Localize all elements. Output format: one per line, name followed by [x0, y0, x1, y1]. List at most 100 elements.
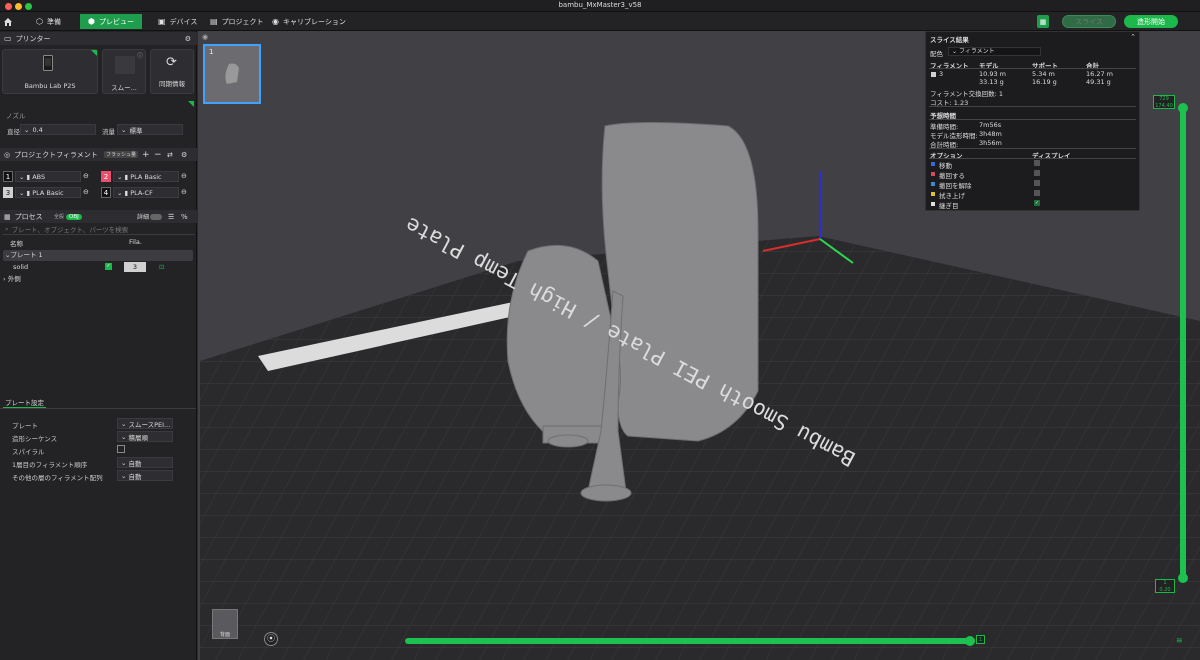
- retract-display-checkbox[interactable]: [1034, 170, 1040, 176]
- printer-settings-gear-icon[interactable]: ⚙: [185, 35, 191, 43]
- printer-selector[interactable]: Bambu Lab P2S: [2, 49, 98, 94]
- tab-calibration[interactable]: ◉ キャリブレーション: [264, 14, 354, 29]
- filament-edit-icon[interactable]: ⊖: [83, 188, 89, 196]
- object-toggle[interactable]: OBJ: [66, 213, 82, 220]
- chevron-down-icon: ⌄: [19, 188, 25, 197]
- print-sequence-label: 造形シーケンス: [12, 435, 58, 443]
- divider: [929, 158, 1136, 159]
- wipe-display-checkbox[interactable]: [1034, 190, 1040, 196]
- option-move: 移動: [939, 162, 952, 170]
- detail-label: 詳細: [137, 214, 150, 221]
- filament-edit-icon[interactable]: ⊖: [181, 188, 187, 196]
- export-icon[interactable]: ▦: [1037, 15, 1049, 28]
- filament-edit-icon[interactable]: ⊖: [181, 172, 187, 180]
- move-slider-handle[interactable]: [965, 636, 975, 646]
- seam-display-checkbox[interactable]: ✓: [1034, 200, 1040, 206]
- total-length: 16.27 m: [1086, 70, 1114, 78]
- list-icon[interactable]: ☰: [168, 213, 174, 221]
- visible-checkbox[interactable]: ✓: [105, 263, 112, 270]
- slice-button[interactable]: スライス: [1062, 15, 1116, 28]
- search-icon: ⌕: [5, 224, 9, 233]
- nozzle-title: ノズル: [6, 112, 26, 120]
- support-length: 5.34 m: [1032, 70, 1055, 78]
- prep-time-value: 7m56s: [979, 121, 1002, 129]
- edit-icon[interactable]: ⊡: [159, 263, 164, 271]
- filament-sync-icon[interactable]: ⇄: [167, 151, 173, 159]
- plate-settings-tab[interactable]: プレート設定: [3, 397, 46, 408]
- first-layer-order-select[interactable]: ⌄ 自動: [117, 457, 173, 468]
- filament-item[interactable]: 3 ⌄ ▮ PLA Basic ⊖: [3, 187, 95, 199]
- color-scheme-label: 配色: [930, 50, 943, 58]
- column-header-name: 名称: [10, 240, 23, 248]
- seam-color-swatch: [931, 202, 935, 206]
- collapse-icon[interactable]: ⌃: [1130, 33, 1136, 41]
- top-layer-handle[interactable]: [1178, 103, 1188, 113]
- device-icon: ▣: [158, 16, 166, 26]
- layer-range-slider[interactable]: [1178, 103, 1188, 583]
- tab-device[interactable]: ▣ デバイス: [150, 14, 205, 29]
- filament-item[interactable]: 2 ⌄ ▮ PLA Basic ⊖: [101, 171, 193, 183]
- plate-thumb-icon[interactable]: ◉: [202, 33, 208, 41]
- add-filament-icon[interactable]: +: [142, 150, 150, 160]
- object-tree-row[interactable]: solid ✓ 3 ⊡: [3, 262, 193, 273]
- chevron-down-icon: ⌄: [121, 419, 127, 428]
- outside-tree-row[interactable]: › 外側: [3, 274, 193, 285]
- divider: [929, 148, 1136, 149]
- retract-color-swatch: [931, 172, 935, 176]
- unretract-color-swatch: [931, 182, 935, 186]
- filament-icon: ◎: [4, 150, 11, 159]
- total-weight: 49.31 g: [1086, 78, 1111, 86]
- nozzle-diameter-label: 直径: [7, 128, 20, 136]
- spool-icon: ▮: [26, 172, 31, 181]
- left-sidebar: ▭ プリンター ⚙ Bambu Lab P2S スムー... ⓘ ⟳ 同期情報 …: [0, 31, 197, 660]
- nozzle-diameter-select[interactable]: ⌄ 0.4: [20, 124, 96, 135]
- home-button[interactable]: [0, 14, 16, 29]
- bottom-layer-handle[interactable]: [1178, 573, 1188, 583]
- layers-icon[interactable]: ≋: [1176, 636, 1183, 645]
- filament-select[interactable]: ⌄ ▮ PLA-CF: [113, 187, 179, 198]
- unretract-display-checkbox[interactable]: [1034, 180, 1040, 186]
- filament-item[interactable]: 1 ⌄ ▮ ABS ⊖: [3, 171, 95, 183]
- print-sequence-select[interactable]: ⌄ 積層順: [117, 431, 173, 442]
- move-slider[interactable]: [405, 636, 975, 646]
- plate-type-label: スムー...: [111, 84, 137, 92]
- move-display-checkbox[interactable]: [1034, 160, 1040, 166]
- camera-reset-icon[interactable]: ⦿: [264, 632, 278, 646]
- tab-prepare[interactable]: ⬡ 準備: [28, 14, 69, 29]
- spiral-checkbox[interactable]: [117, 445, 125, 453]
- filament-edit-icon[interactable]: ⊖: [83, 172, 89, 180]
- plate-select[interactable]: ⌄ スムースPEI...: [117, 418, 173, 429]
- window-title: bambu_MxMaster3_v58: [558, 1, 642, 9]
- detail-toggle[interactable]: [150, 213, 162, 220]
- sync-button[interactable]: ⟳ 同期情報: [150, 49, 194, 94]
- plate-thumbnail-1[interactable]: 1: [203, 44, 261, 104]
- filament-select[interactable]: ⌄ ▮ PLA Basic: [113, 171, 179, 182]
- view-cube[interactable]: 背面: [212, 609, 238, 639]
- global-toggle-label[interactable]: 全般: [54, 213, 64, 220]
- flush-volume-button[interactable]: フラッシュ量: [104, 151, 139, 158]
- print-button[interactable]: 造形開始: [1124, 15, 1178, 28]
- model-thumbnail: [225, 63, 239, 84]
- slice-result-panel: スライス結果 ⌃ 配色 ⌄ フィラメント フィラメント モデル サポート 合計 …: [925, 31, 1140, 211]
- plate-tree-row[interactable]: ⌄プレート 1: [3, 250, 193, 261]
- color-scheme-select[interactable]: ⌄ フィラメント: [948, 47, 1041, 56]
- menu-bar: ⬡ 準備 ⬢ プレビュー ▣ デバイス ▤ プロジェクト ◉ キャリブレーション ▦ スラ…: [0, 12, 1200, 31]
- spool-icon: ▮: [124, 188, 129, 197]
- filament-select[interactable]: ⌄ ▮ ABS: [15, 171, 81, 182]
- filament-select[interactable]: ⌄ ▮ PLA Basic: [15, 187, 81, 198]
- info-icon[interactable]: ⓘ: [137, 51, 143, 60]
- filament-item[interactable]: 4 ⌄ ▮ PLA-CF ⊖: [101, 187, 193, 199]
- percent-icon[interactable]: %: [181, 213, 188, 221]
- other-layers-order-select[interactable]: ⌄ 自動: [117, 470, 173, 481]
- corner-green-flag: [91, 50, 97, 56]
- plate-type-selector[interactable]: スムー... ⓘ: [102, 49, 146, 94]
- flow-select[interactable]: ⌄ 標準: [117, 124, 183, 135]
- tab-project[interactable]: ▤ プロジェクト: [202, 14, 272, 29]
- printer-name: Bambu Lab P2S: [24, 82, 76, 90]
- filament-settings-gear-icon[interactable]: ⚙: [181, 151, 187, 159]
- tab-preview[interactable]: ⬢ プレビュー: [80, 14, 142, 29]
- divider: [929, 119, 1136, 120]
- object-search-input[interactable]: ⌕ プレート、オブジェクト、パーツを検索: [2, 224, 195, 235]
- object-filament-number[interactable]: 3: [124, 262, 146, 272]
- remove-filament-icon[interactable]: −: [154, 150, 162, 160]
